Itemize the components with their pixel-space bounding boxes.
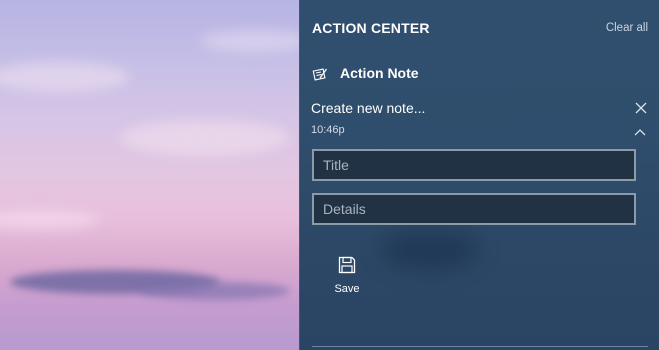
notification-time: 10:46p (311, 124, 345, 136)
panel-divider (312, 346, 648, 347)
action-center-panel: ACTION CENTER Clear all Action Note Crea… (299, 0, 659, 350)
save-button[interactable]: Save (326, 252, 368, 298)
wallpaper-cloud (0, 62, 130, 92)
notification-title[interactable]: Create new note... (311, 100, 425, 116)
save-button-label: Save (334, 283, 360, 295)
screen: ACTION CENTER Clear all Action Note Crea… (0, 0, 659, 350)
notification-app-name: Action Note (340, 65, 419, 81)
close-icon[interactable] (634, 101, 648, 115)
wallpaper-cloud (120, 120, 290, 156)
save-icon (337, 255, 357, 275)
action-center-header: ACTION CENTER Clear all (312, 18, 648, 40)
desktop-wallpaper (0, 0, 310, 350)
wallpaper-cloud (200, 30, 310, 52)
action-center-title: ACTION CENTER (312, 20, 430, 36)
note-details-input[interactable] (312, 193, 636, 225)
notification-app-header[interactable]: Action Note (312, 64, 648, 84)
chevron-up-icon[interactable] (633, 124, 647, 136)
note-title-input[interactable] (312, 149, 636, 181)
clear-all-button[interactable]: Clear all (606, 22, 648, 34)
wallpaper-cloud (0, 210, 100, 230)
panel-background-blur (380, 230, 480, 270)
wallpaper-cloud (140, 282, 290, 300)
note-pen-icon (312, 66, 328, 82)
